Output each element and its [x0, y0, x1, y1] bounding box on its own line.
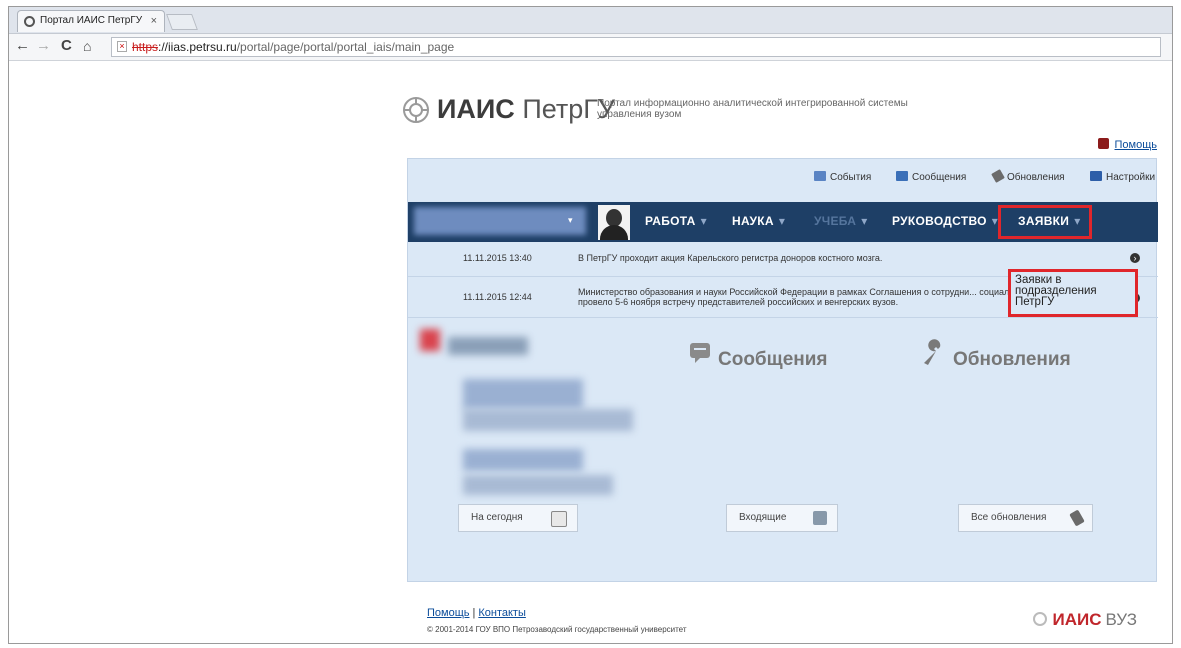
all-updates-button[interactable]: Все обновления	[958, 504, 1093, 532]
user-info-blurred	[463, 409, 633, 431]
nav-science-label: НАУКА	[732, 214, 774, 228]
footer-help-link[interactable]: Помощь	[427, 607, 470, 619]
home-icon[interactable]: ⌂	[83, 37, 91, 55]
wrench-icon	[924, 339, 941, 365]
avatar[interactable]	[598, 205, 630, 240]
incoming-button-label: Входящие	[739, 512, 787, 523]
portal-tagline: Портал информационно аналитической интег…	[597, 98, 908, 120]
footer-separator: |	[472, 607, 476, 619]
user-selector[interactable]	[414, 207, 586, 235]
logo-main-text: ИАИС	[437, 94, 515, 124]
user-name-blurred	[448, 337, 528, 355]
chat-icon	[690, 343, 710, 363]
main-navbar: ▾ РАБОТА ▾ НАУКА ▾ УЧЕБА ▾ РУКОВОДСТВО ▾ ЗАЯ…	[408, 202, 1158, 242]
url-path: /portal/page/portal/portal_iais/main_pag…	[236, 40, 455, 54]
settings-link[interactable]: Настройки	[1090, 171, 1155, 183]
messages-section-title: Сообщения	[718, 349, 828, 370]
today-button-label: На сегодня	[471, 512, 523, 523]
user-info-blurred	[463, 449, 583, 471]
nav-study-label: УЧЕБА	[814, 214, 857, 228]
news-date: 11.11.2015 12:44	[463, 292, 532, 302]
top-menu: События Сообщения Обновления Настройки	[406, 169, 1156, 187]
nav-study[interactable]: УЧЕБА ▾	[814, 214, 868, 228]
nav-management-label: РУКОВОДСТВО	[892, 214, 987, 228]
user-badge	[420, 329, 440, 351]
messages-link[interactable]: Сообщения	[896, 171, 966, 183]
footer-logo-main: ИАИС	[1052, 610, 1102, 629]
footer-links: Помощь | Контакты	[427, 607, 526, 619]
portal-logo-icon	[403, 97, 429, 123]
portal-logo-icon	[1032, 612, 1047, 626]
help-book-icon	[1097, 138, 1109, 149]
footer-logo-sub: ВУЗ	[1105, 610, 1137, 629]
news-text[interactable]: В ПетрГУ проходит акция Карельского реги…	[578, 253, 1118, 263]
expand-icon[interactable]: ›	[1130, 253, 1140, 263]
updates-section-title: Обновления	[953, 349, 1071, 370]
settings-label: Настройки	[1106, 172, 1156, 183]
close-tab-icon[interactable]: ×	[151, 11, 157, 31]
requests-highlight	[998, 205, 1092, 239]
calendar-icon	[551, 511, 567, 527]
events-link[interactable]: События	[814, 171, 871, 183]
main-panel: События Сообщения Обновления Настройки ▾…	[406, 158, 1158, 582]
url-host: ://iias.petrsu.ru	[158, 40, 237, 54]
nav-science[interactable]: НАУКА ▾	[732, 214, 785, 228]
footer-contacts-link[interactable]: Контакты	[478, 607, 526, 619]
chevron-down-icon: ▾	[778, 214, 786, 228]
chat-icon	[813, 511, 827, 525]
reload-icon[interactable]: C	[61, 37, 72, 55]
browser-tab[interactable]: Портал ИАИС ПетрГУ ×	[17, 10, 165, 32]
url-protocol: https	[132, 40, 159, 54]
portal-logo[interactable]: ИАИС ПетрГУ	[437, 94, 615, 125]
tab-title: Портал ИАИС ПетрГУ	[40, 15, 143, 26]
copyright-text: © 2001-2014 ГОУ ВПО Петрозаводский госуд…	[427, 625, 687, 634]
chat-icon	[896, 171, 908, 181]
chevron-down-icon[interactable]: ▾	[568, 215, 573, 226]
address-bar[interactable]: × https://iias.petrsu.ru/portal/page/por…	[111, 37, 1161, 57]
nav-work-label: РАБОТА	[645, 214, 696, 228]
wrench-icon	[991, 169, 1005, 183]
site-favicon-icon	[24, 16, 35, 27]
portal-page: ИАИС ПетрГУ Портал информационно аналити…	[397, 82, 1158, 642]
new-tab-button[interactable]	[166, 14, 198, 30]
nav-management[interactable]: РУКОВОДСТВО ▾	[892, 214, 998, 228]
nav-work[interactable]: РАБОТА ▾	[645, 214, 707, 228]
browser-window: Портал ИАИС ПетрГУ × ← → C ⌂ × https://i…	[8, 6, 1173, 644]
browser-toolbar: ← → C ⌂ × https://iias.petrsu.ru/portal/…	[9, 34, 1172, 61]
incoming-button[interactable]: Входящие	[726, 504, 838, 532]
user-info-blurred	[463, 379, 583, 409]
updates-label: Обновления	[1007, 172, 1065, 183]
chevron-down-icon: ▾	[861, 214, 868, 228]
help-link-label: Помощь	[1114, 139, 1158, 151]
footer-logo: ИАИС ВУЗ	[1032, 610, 1137, 630]
news-date: 11.11.2015 13:40	[463, 253, 532, 263]
help-link[interactable]: Помощь	[1097, 138, 1158, 151]
calendar-icon	[814, 171, 826, 181]
messages-label: Сообщения	[912, 172, 967, 183]
all-updates-button-label: Все обновления	[971, 512, 1047, 523]
settings-icon	[1090, 171, 1102, 181]
forward-arrow-icon[interactable]: →	[36, 37, 51, 55]
today-button[interactable]: На сегодня	[458, 504, 578, 532]
user-info-blurred	[463, 475, 613, 495]
tab-strip: Портал ИАИС ПетрГУ ×	[9, 7, 1172, 34]
requests-dropdown-item[interactable]: Заявки в подразделения ПетрГУ	[1008, 269, 1138, 317]
broken-lock-icon: ×	[117, 41, 127, 52]
updates-link[interactable]: Обновления	[991, 169, 1065, 183]
back-arrow-icon[interactable]: ←	[15, 37, 30, 55]
chevron-down-icon: ▾	[700, 214, 707, 228]
events-label: События	[830, 172, 872, 183]
wrench-icon	[1069, 509, 1085, 527]
